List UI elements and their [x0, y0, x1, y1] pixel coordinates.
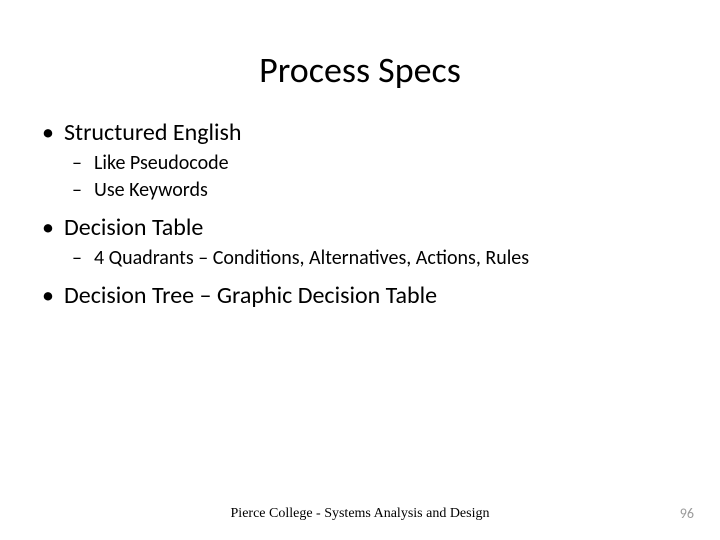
slide-content: Structured English Like Pseudocode Use K… [36, 118, 684, 310]
bullet-structured-english: Structured English [42, 118, 684, 147]
slide: Process Specs Structured English Like Ps… [0, 0, 720, 540]
page-number: 96 [680, 505, 694, 522]
slide-title: Process Specs [36, 48, 684, 92]
slide-footer: Pierce College - Systems Analysis and De… [0, 506, 720, 522]
bullet-decision-table: Decision Table [42, 213, 684, 242]
sub-group: 4 Quadrants – Conditions, Alternatives, … [72, 246, 684, 271]
sub-pseudocode: Like Pseudocode [72, 151, 684, 176]
sub-quadrants: 4 Quadrants – Conditions, Alternatives, … [72, 246, 684, 271]
sub-keywords: Use Keywords [72, 178, 684, 203]
bullet-decision-tree: Decision Tree – Graphic Decision Table [42, 281, 684, 310]
sub-group: Like Pseudocode Use Keywords [72, 151, 684, 203]
